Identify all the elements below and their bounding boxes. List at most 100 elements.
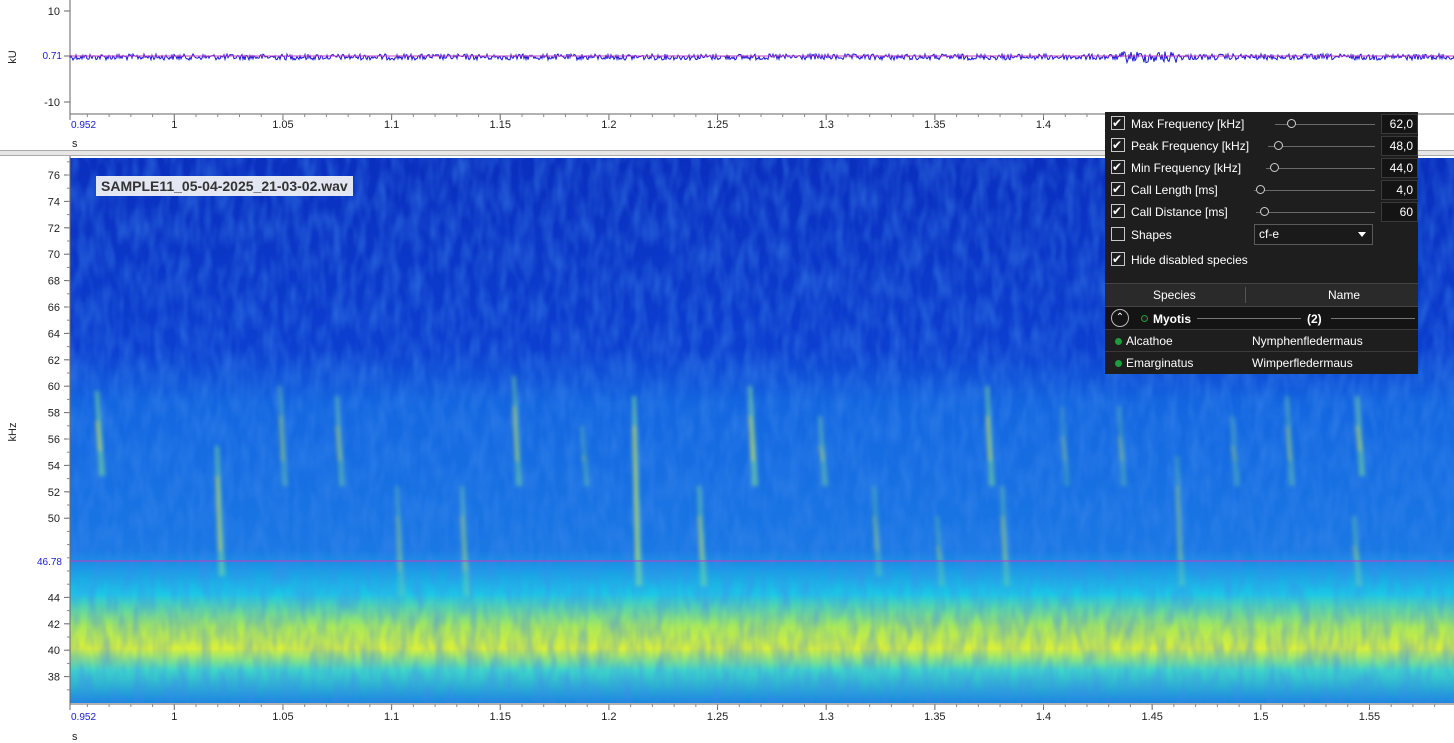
- group-count: (2): [1307, 312, 1322, 326]
- peak-frequency-value[interactable]: 48,0: [1381, 136, 1418, 156]
- species-cell: Alcathoe: [1126, 334, 1173, 348]
- column-species[interactable]: Species: [1153, 288, 1196, 302]
- spectrogram-y-tick: 52: [48, 487, 60, 499]
- min-frequency-slider-handle[interactable]: [1270, 163, 1280, 172]
- waveform-x-tick: 1.1: [384, 119, 399, 131]
- spectrogram-cursor-value: 46.78: [37, 557, 62, 568]
- waveform-x-tick: 1.2: [601, 119, 616, 131]
- enabled-status-icon: [1115, 360, 1122, 367]
- spectrogram-x-tick: 1.1: [384, 711, 399, 723]
- call-distance-slider[interactable]: [1256, 212, 1375, 213]
- spectrogram-x-tick: 1.2: [601, 711, 616, 723]
- call-distance-checkbox[interactable]: [1111, 204, 1125, 218]
- shapes-dropdown[interactable]: cf-e: [1254, 224, 1373, 245]
- spectrogram-y-tick: 66: [48, 302, 60, 314]
- waveform-x-tick: 1.4: [1036, 119, 1051, 131]
- min-frequency-checkbox[interactable]: [1111, 160, 1125, 174]
- spectrogram-x-tick: 1.25: [707, 711, 728, 723]
- peak-frequency-slider[interactable]: [1268, 146, 1375, 147]
- waveform-x-tick: 1.05: [272, 119, 293, 131]
- waveform-x-tick: 1.3: [819, 119, 834, 131]
- species-filter-panel: Max Frequency [kHz] 62,0 Peak Frequency …: [1105, 112, 1418, 374]
- param-row-max-frequency[interactable]: Max Frequency [kHz] 62,0: [1105, 113, 1418, 135]
- file-name-label: SAMPLE11_05-04-2025_21-03-02.wav: [96, 176, 353, 196]
- waveform-x-tick: 1: [171, 119, 177, 131]
- shapes-label: Shapes: [1131, 228, 1172, 242]
- species-row[interactable]: Emarginatus Wimperfledermaus: [1105, 351, 1418, 374]
- shapes-selected-value: cf-e: [1259, 227, 1280, 241]
- column-name[interactable]: Name: [1328, 288, 1360, 302]
- species-row[interactable]: Alcathoe Nymphenfledermaus: [1105, 329, 1418, 352]
- peak-frequency-label: Peak Frequency [kHz]: [1131, 139, 1250, 153]
- name-cell: Nymphenfledermaus: [1252, 334, 1363, 348]
- species-cell: Emarginatus: [1126, 356, 1194, 370]
- hide-disabled-checkbox[interactable]: [1111, 252, 1125, 266]
- collapse-group-icon[interactable]: ⌃: [1111, 309, 1129, 327]
- min-frequency-value[interactable]: 44,0: [1381, 158, 1418, 178]
- call-distance-label: Call Distance [ms]: [1131, 205, 1228, 219]
- spectrogram-x-tick: 1.4: [1036, 711, 1051, 723]
- hide-disabled-label: Hide disabled species: [1131, 253, 1248, 267]
- name-cell: Wimperfledermaus: [1252, 356, 1353, 370]
- spectrogram-y-tick: 58: [48, 408, 60, 420]
- call-length-checkbox[interactable]: [1111, 182, 1125, 196]
- waveform-x-tick: 1.25: [707, 119, 728, 131]
- group-status-icon: [1141, 315, 1148, 322]
- spectrogram-x-tick: 1.5: [1253, 711, 1268, 723]
- waveform-y-tick: 10: [48, 6, 60, 18]
- spectrogram-y-tick: 60: [48, 381, 60, 393]
- waveform-x-tick: 0.952: [71, 120, 96, 131]
- spectrogram-y-tick: 72: [48, 223, 60, 235]
- spectrogram-x-tick: 1.05: [272, 711, 293, 723]
- spectrogram-y-tick: 64: [48, 328, 60, 340]
- max-frequency-label: Max Frequency [kHz]: [1131, 117, 1245, 131]
- species-table-header: Species Name: [1105, 283, 1418, 307]
- param-row-call-distance[interactable]: Call Distance [ms] 60: [1105, 201, 1418, 223]
- call-distance-slider-handle[interactable]: [1259, 207, 1269, 216]
- species-group-myotis[interactable]: ⌃ Myotis (2): [1105, 307, 1418, 331]
- spectrogram-y-tick: 68: [48, 276, 60, 288]
- spectrogram-y-tick: 54: [48, 460, 60, 472]
- chevron-down-icon: [1358, 232, 1366, 237]
- waveform-y-unit: kU: [7, 50, 19, 64]
- waveform-cursor-value: 0.71: [43, 51, 63, 62]
- spectrogram-x-tick: 1.55: [1359, 711, 1380, 723]
- spectrogram-y-tick: 44: [48, 592, 60, 604]
- spectrogram-y-tick: 50: [48, 513, 60, 525]
- param-row-call-length[interactable]: Call Length [ms] 4,0: [1105, 179, 1418, 201]
- spectrogram-y-tick: 42: [48, 619, 60, 631]
- waveform-x-tick: 1.15: [490, 119, 511, 131]
- spectrogram-x-tick: 1: [171, 711, 177, 723]
- peak-frequency-checkbox[interactable]: [1111, 138, 1125, 152]
- spectrogram-y-tick: 70: [48, 249, 60, 261]
- param-row-min-frequency[interactable]: Min Frequency [kHz] 44,0: [1105, 157, 1418, 179]
- min-frequency-slider[interactable]: [1266, 168, 1375, 169]
- param-row-hide-disabled[interactable]: Hide disabled species: [1105, 249, 1418, 271]
- param-row-peak-frequency[interactable]: Peak Frequency [kHz] 48,0: [1105, 135, 1418, 157]
- waveform-x-unit: s: [72, 138, 78, 150]
- spectrogram-x-tick: 1.3: [819, 711, 834, 723]
- call-length-slider-handle[interactable]: [1256, 185, 1266, 194]
- spectrogram-y-tick: 62: [48, 355, 60, 367]
- call-distance-value[interactable]: 60: [1381, 202, 1418, 222]
- enabled-status-icon: [1115, 338, 1122, 345]
- min-frequency-label: Min Frequency [kHz]: [1131, 161, 1242, 175]
- peak-frequency-slider-handle[interactable]: [1274, 141, 1284, 150]
- spectrogram-y-unit: kHz: [7, 423, 19, 442]
- call-length-slider[interactable]: [1254, 190, 1375, 191]
- spectrogram-y-tick: 56: [48, 434, 60, 446]
- spectrogram-x-unit: s: [72, 731, 78, 743]
- max-frequency-value[interactable]: 62,0: [1381, 114, 1418, 134]
- max-frequency-slider-handle[interactable]: [1287, 119, 1296, 128]
- param-row-shapes[interactable]: Shapes cf-e: [1105, 224, 1418, 248]
- spectrogram-y-tick: 74: [48, 196, 60, 208]
- spectrogram-y-tick: 38: [48, 672, 60, 684]
- spectrogram-y-tick: 76: [48, 170, 60, 182]
- call-length-value[interactable]: 4,0: [1381, 180, 1418, 200]
- shapes-checkbox[interactable]: [1111, 227, 1125, 241]
- waveform-x-tick: 1.35: [924, 119, 945, 131]
- max-frequency-checkbox[interactable]: [1111, 116, 1125, 130]
- spectrogram-y-tick: 40: [48, 645, 60, 657]
- spectrogram-x-tick: 0.952: [71, 712, 96, 723]
- spectrogram-x-tick: 1.35: [924, 711, 945, 723]
